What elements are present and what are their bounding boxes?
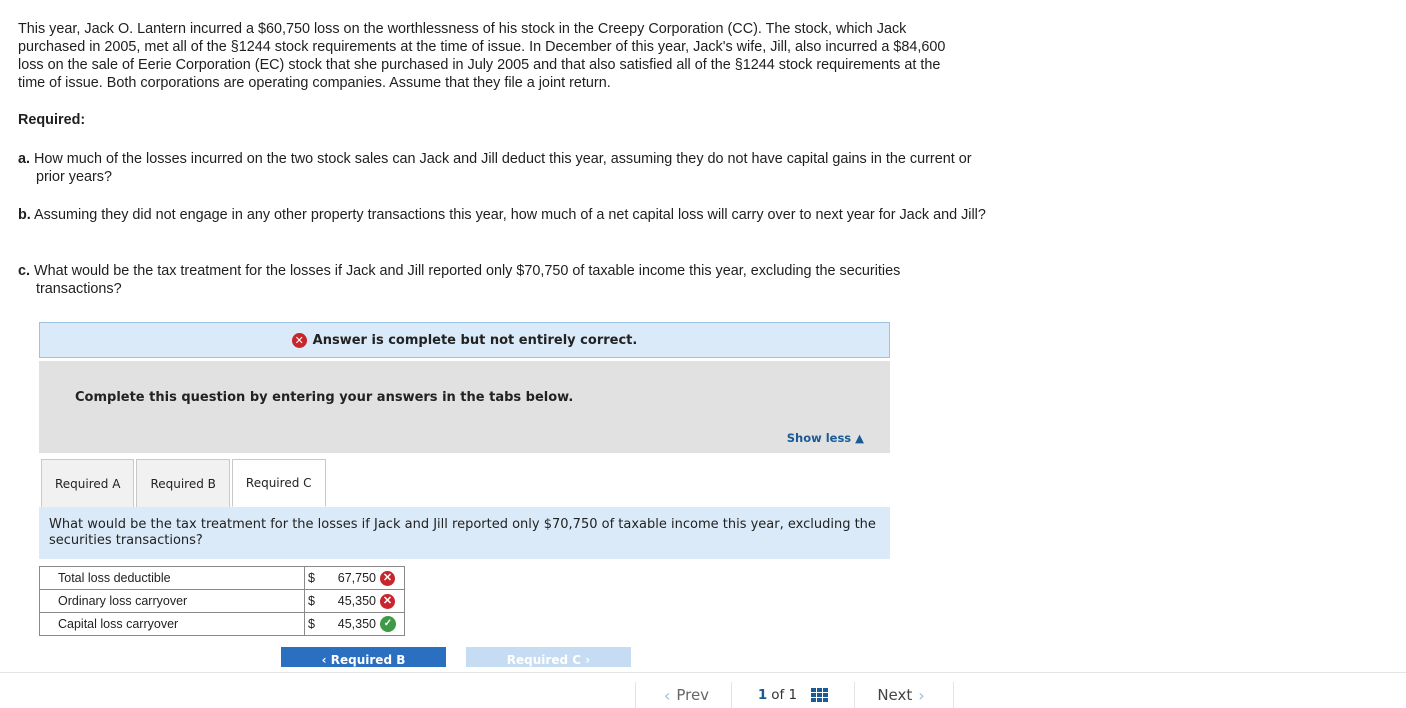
answer-status-text: Answer is complete but not entirely corr… bbox=[312, 332, 638, 348]
answer-table: Total loss deductible $ 67,750 ✕ Ordinar… bbox=[39, 566, 405, 636]
currency-symbol: $ bbox=[308, 594, 315, 608]
table-row: Total loss deductible $ 67,750 ✕ bbox=[39, 566, 405, 590]
table-row: Capital loss carryover $ 45,350 ✓ bbox=[39, 612, 405, 636]
required-item-text: How much of the losses incurred on the t… bbox=[34, 151, 972, 185]
required-item-c: c. What would be the tax treatment for t… bbox=[18, 262, 986, 298]
pager-current: 1 bbox=[757, 687, 768, 703]
instruction-panel: Complete this question by entering your … bbox=[39, 361, 890, 453]
tab-required-c[interactable]: Required C bbox=[231, 459, 326, 507]
required-item-text: What would be the tax treatment for the … bbox=[34, 263, 901, 297]
answer-status-banner: ✕ Answer is complete but not entirely co… bbox=[39, 322, 890, 358]
required-heading: Required: bbox=[18, 112, 86, 128]
tab-required-b[interactable]: Required B bbox=[136, 459, 230, 507]
footer-divider bbox=[0, 672, 1406, 673]
answer-label: Capital loss carryover bbox=[39, 612, 305, 636]
answer-input[interactable]: 45,350 bbox=[320, 594, 380, 608]
required-item-letter: b. bbox=[18, 207, 31, 223]
grid-icon[interactable] bbox=[811, 688, 829, 702]
table-row: Ordinary loss carryover $ 45,350 ✕ bbox=[39, 589, 405, 613]
prev-required-button[interactable]: ‹ Required B bbox=[281, 647, 446, 667]
x-circle-icon: ✕ bbox=[291, 332, 307, 348]
currency-symbol: $ bbox=[308, 617, 315, 631]
required-tabs: Required A Required B Required C bbox=[41, 459, 328, 507]
answer-cell: $ 45,350 ✕ bbox=[304, 589, 405, 613]
pager-count: 1 of 1 bbox=[731, 682, 854, 708]
pager-next-label: Next bbox=[877, 686, 913, 704]
pager-next-button[interactable]: Next › bbox=[854, 682, 954, 708]
required-item-letter: c. bbox=[18, 263, 31, 279]
correct-check-icon: ✓ bbox=[380, 616, 396, 632]
answer-input[interactable]: 67,750 bbox=[320, 571, 380, 585]
answer-label: Ordinary loss carryover bbox=[39, 589, 305, 613]
next-required-button[interactable]: Required C › bbox=[466, 647, 631, 667]
required-item-b: b. Assuming they did not engage in any o… bbox=[18, 206, 986, 224]
tab-question: What would be the tax treatment for the … bbox=[39, 507, 890, 559]
problem-intro: This year, Jack O. Lantern incurred a $6… bbox=[18, 21, 946, 91]
pager: ‹ Prev 1 of 1 Next › bbox=[635, 682, 954, 708]
answer-input[interactable]: 45,350 bbox=[320, 617, 380, 631]
required-item-a: a. How much of the losses incurred on th… bbox=[18, 150, 986, 186]
tab-required-a[interactable]: Required A bbox=[41, 459, 135, 507]
answer-cell: $ 67,750 ✕ bbox=[304, 566, 405, 590]
incorrect-icon: ✕ bbox=[380, 593, 395, 609]
chevron-left-icon: ‹ bbox=[663, 685, 671, 705]
show-less-link[interactable]: Show less ▲ bbox=[787, 431, 864, 445]
chevron-right-icon: › bbox=[918, 685, 925, 705]
pager-of-text: of 1 bbox=[771, 687, 798, 703]
required-item-text: Assuming they did not engage in any othe… bbox=[34, 207, 986, 223]
instruction-text: Complete this question by entering your … bbox=[75, 390, 574, 405]
required-item-letter: a. bbox=[18, 151, 31, 167]
incorrect-icon: ✕ bbox=[380, 570, 395, 586]
pager-prev-label: Prev bbox=[676, 686, 710, 704]
currency-symbol: $ bbox=[308, 571, 315, 585]
pager-prev-button[interactable]: ‹ Prev bbox=[635, 682, 731, 708]
answer-cell: $ 45,350 ✓ bbox=[304, 612, 405, 636]
answer-label: Total loss deductible bbox=[39, 566, 305, 590]
